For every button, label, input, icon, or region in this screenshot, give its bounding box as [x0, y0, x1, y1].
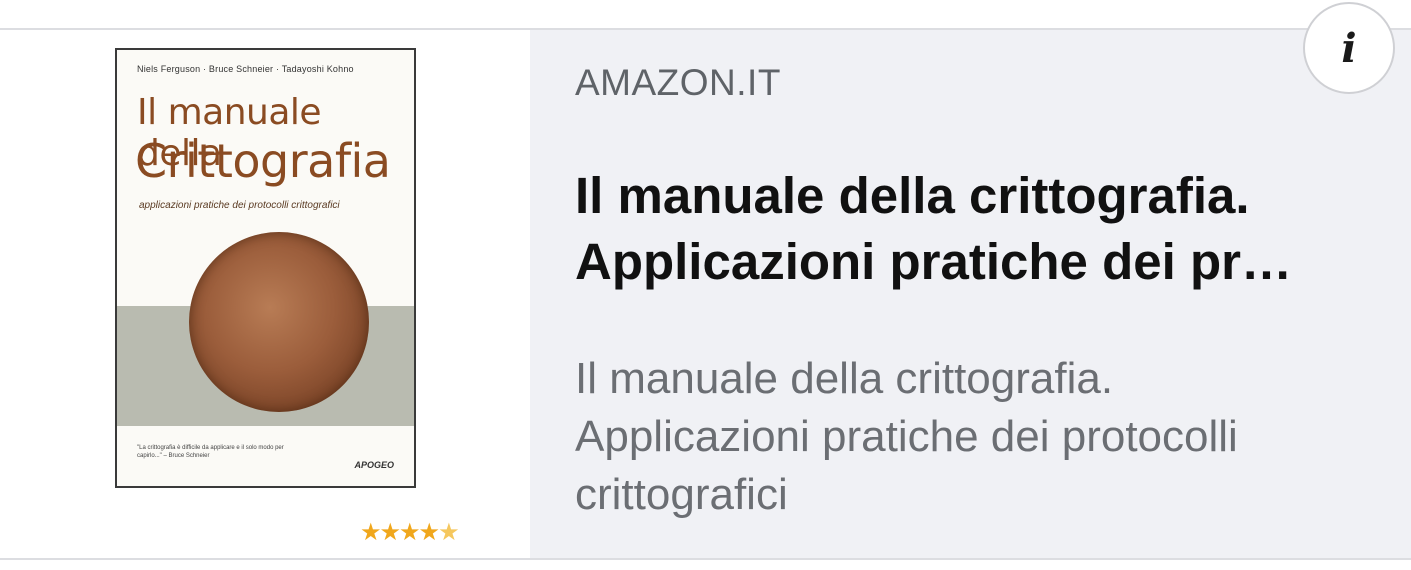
- cover-authors: Niels Ferguson · Bruce Schneier · Tadayo…: [137, 64, 354, 74]
- book-cover-image: Niels Ferguson · Bruce Schneier · Tadayo…: [115, 48, 416, 488]
- description-line3: crittografici: [575, 470, 788, 519]
- info-button[interactable]: i: [1303, 2, 1395, 94]
- preview-title-line1: Il manuale della crittografia.: [575, 167, 1250, 224]
- source-domain: AMAZON.IT: [575, 62, 781, 103]
- thumbnail-pane[interactable]: Niels Ferguson · Bruce Schneier · Tadayo…: [0, 30, 530, 558]
- preview-description: Il manuale della crittografia. Applicazi…: [575, 350, 1405, 524]
- description-line2: Applicazioni pratiche dei protocolli: [575, 412, 1238, 461]
- description-line1: Il manuale della crittografia.: [575, 354, 1114, 403]
- cover-publisher: APOGEO: [354, 460, 394, 470]
- rating-stars: ★★★★★: [360, 518, 460, 546]
- preview-title[interactable]: Il manuale della crittografia. Applicazi…: [575, 163, 1395, 295]
- cover-subtitle: applicazioni pratiche dei protocolli cri…: [139, 200, 340, 211]
- half-star-icon: ★: [438, 518, 459, 546]
- preview-title-line2: Applicazioni pratiche dei pr…: [575, 233, 1292, 290]
- full-stars-icon: ★★★★: [360, 518, 440, 546]
- coin-illustration: [189, 232, 369, 412]
- info-icon: i: [1341, 24, 1357, 72]
- cover-title-line2: Crittografia: [135, 134, 391, 188]
- cover-quote: "La crittografia è difficile da applicar…: [137, 445, 284, 459]
